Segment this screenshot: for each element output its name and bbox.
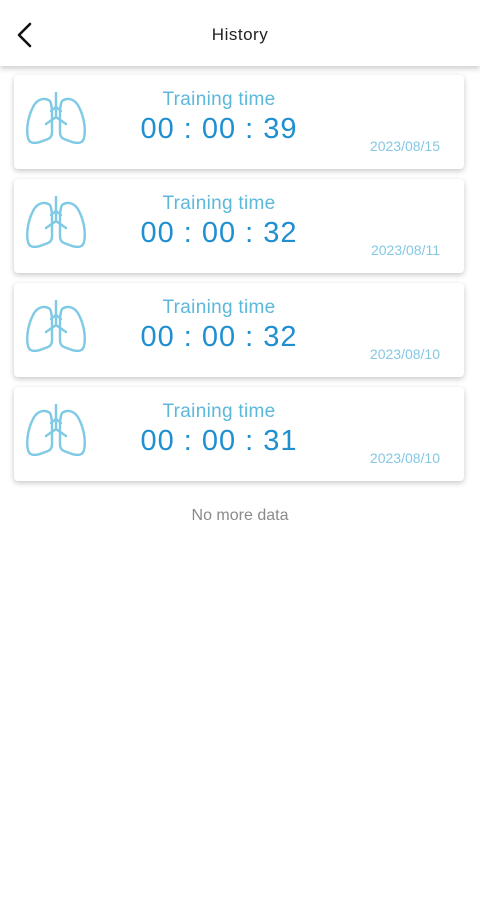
training-time-label: Training time [162,401,276,422]
page-title: History [211,25,269,44]
record-date: 2023/08/11 [370,242,440,258]
training-time-value: 00 : 00 : 32 [140,217,298,249]
lungs-icon [26,91,86,145]
lungs-icon [26,299,86,353]
lungs-icon [26,403,86,457]
training-time-label: Training time [162,89,276,110]
history-card[interactable]: Training time 00 : 00 : 31 2023/08/10 [14,387,464,481]
training-time-value: 00 : 00 : 39 [140,113,298,145]
record-date: 2023/08/10 [369,346,440,362]
app-header: History [0,0,480,66]
history-card[interactable]: Training time 00 : 00 : 39 2023/08/15 [14,75,464,169]
history-card[interactable]: Training time 00 : 00 : 32 2023/08/11 [14,179,464,273]
record-date: 2023/08/15 [369,138,440,154]
training-time-label: Training time [162,193,276,214]
history-card[interactable]: Training time 00 : 00 : 32 2023/08/10 [14,283,464,377]
training-time-value: 00 : 00 : 31 [140,425,298,457]
no-more-data-text: No more data [191,507,289,524]
history-list: Training time 00 : 00 : 39 2023/08/15 Tr… [0,66,480,525]
record-date: 2023/08/10 [369,450,440,466]
lungs-icon [26,195,86,249]
training-time-value: 00 : 00 : 32 [140,321,298,353]
training-time-label: Training time [162,297,276,318]
